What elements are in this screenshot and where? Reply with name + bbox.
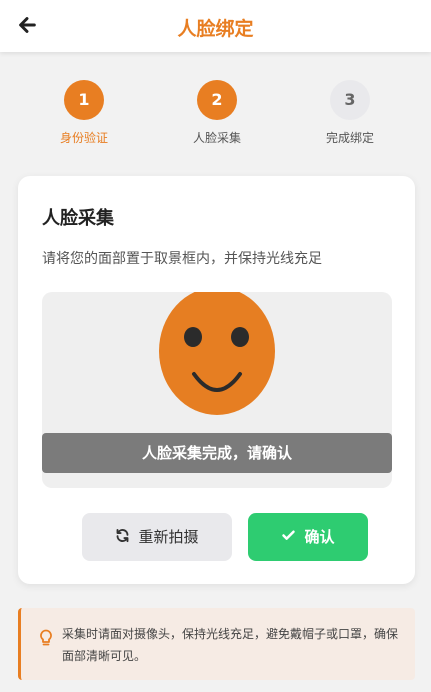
tip-text: 采集时请面对摄像头，保持光线充足，避免戴帽子或口罩，确保面部清晰可见。: [62, 627, 399, 663]
page-title: 人脸绑定: [177, 18, 254, 40]
card-title: 人脸采集: [42, 208, 114, 229]
step-label: 人脸采集: [192, 131, 241, 145]
camera-viewfinder: 人脸采集完成，请确认: [42, 292, 392, 488]
refresh-icon: [117, 528, 129, 543]
retake-label: 重新拍摄: [138, 528, 199, 546]
confirm-label: 确认: [304, 528, 335, 546]
lightbulb-icon: [40, 629, 52, 646]
step-label: 身份验证: [59, 131, 108, 145]
app-header: 人脸绑定: [0, 0, 431, 52]
face-capture-card: 人脸采集 请将您的面部置于取景框内，并保持光线充足 人脸采集完成，请确认 重新拍…: [18, 176, 415, 584]
step-label: 完成绑定: [325, 131, 374, 145]
step-identity-verification: 1 身份验证: [24, 80, 144, 146]
retake-button[interactable]: 重新拍摄: [82, 513, 232, 561]
step-face-capture: 2 人脸采集: [157, 80, 277, 146]
step-complete-binding: 3 完成绑定: [290, 80, 410, 146]
step-number: 1: [64, 80, 104, 120]
step-progress: 1 身份验证 2 人脸采集 3 完成绑定: [0, 80, 431, 150]
capture-tip: 采集时请面对摄像头，保持光线充足，避免戴帽子或口罩，确保面部清晰可见。: [18, 608, 415, 680]
captured-face-image: [159, 292, 275, 415]
card-description: 请将您的面部置于取景框内，并保持光线充足: [42, 251, 322, 267]
check-icon: [282, 530, 296, 540]
confirm-button[interactable]: 确认: [248, 513, 368, 561]
step-number: 2: [197, 80, 237, 120]
step-number: 3: [330, 80, 370, 120]
capture-status-banner: 人脸采集完成，请确认: [42, 433, 392, 473]
